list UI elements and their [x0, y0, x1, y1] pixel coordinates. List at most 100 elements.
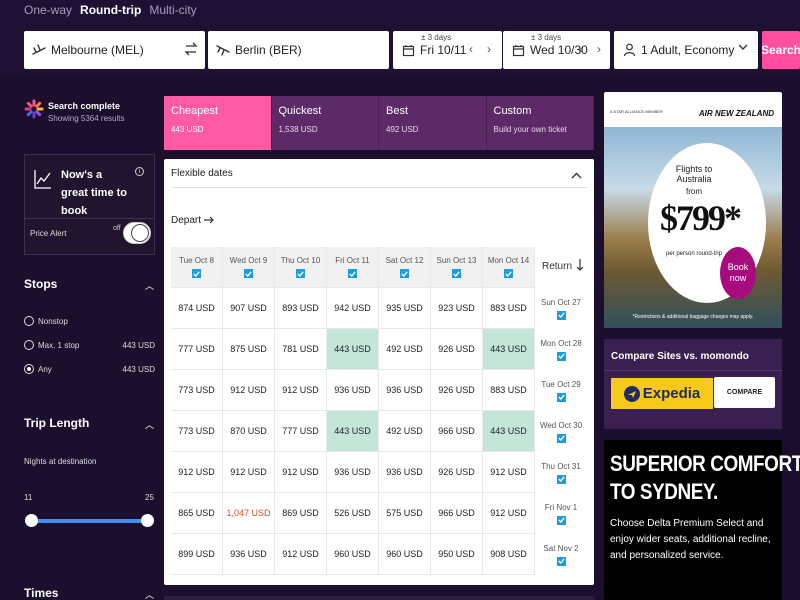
- checkbox[interactable]: [556, 474, 566, 484]
- tab-best[interactable]: Best 492 USD: [379, 96, 487, 150]
- trip-length-header[interactable]: Trip Length ︿: [24, 416, 155, 430]
- price-cell[interactable]: 773 USD: [171, 411, 223, 452]
- slider-handle-min[interactable]: [25, 514, 38, 527]
- times-header[interactable]: Times ︿: [24, 586, 155, 600]
- price-cell[interactable]: 912 USD: [483, 493, 535, 534]
- price-cell[interactable]: 923 USD: [431, 288, 483, 329]
- price-cell[interactable]: 960 USD: [327, 534, 379, 575]
- checkbox[interactable]: [296, 269, 305, 278]
- stop-option-any[interactable]: Any 443 USD: [24, 364, 155, 374]
- price-cell[interactable]: 966 USD: [431, 493, 483, 534]
- checkbox[interactable]: [556, 392, 566, 402]
- price-cell[interactable]: 950 USD: [431, 534, 483, 575]
- tab-custom[interactable]: Custom Build your own ticket: [486, 96, 594, 150]
- price-cell[interactable]: 912 USD: [275, 452, 327, 493]
- price-cell[interactable]: 907 USD: [223, 288, 275, 329]
- price-cell[interactable]: 443 USD: [483, 411, 535, 452]
- price-cell[interactable]: 926 USD: [431, 329, 483, 370]
- price-cell[interactable]: 936 USD: [327, 452, 379, 493]
- price-cell[interactable]: 966 USD: [431, 411, 483, 452]
- price-cell[interactable]: 865 USD: [171, 493, 223, 534]
- price-cell[interactable]: 781 USD: [275, 329, 327, 370]
- info-icon[interactable]: i: [135, 167, 144, 176]
- chevron-right-icon[interactable]: ›: [487, 42, 491, 56]
- price-cell[interactable]: 936 USD: [327, 370, 379, 411]
- price-cell[interactable]: 912 USD: [171, 452, 223, 493]
- checkbox[interactable]: [192, 269, 201, 278]
- price-cell[interactable]: 926 USD: [431, 452, 483, 493]
- book-now-button[interactable]: Book now: [720, 247, 756, 299]
- price-cell[interactable]: 936 USD: [223, 534, 275, 575]
- depart-date-field[interactable]: ± 3 days Fri 10/11 ‹ ›: [393, 31, 502, 69]
- price-cell[interactable]: 883 USD: [483, 370, 535, 411]
- nights-slider-track[interactable]: [28, 519, 148, 523]
- price-alert-toggle[interactable]: [123, 222, 151, 244]
- chevron-up-icon[interactable]: [571, 166, 582, 184]
- price-cell[interactable]: 443 USD: [483, 329, 535, 370]
- tab-quickest[interactable]: Quickest 1,538 USD: [271, 96, 379, 150]
- radio-button[interactable]: [24, 316, 34, 326]
- price-cell[interactable]: 960 USD: [379, 534, 431, 575]
- checkbox[interactable]: [556, 351, 566, 361]
- return-date-field[interactable]: ± 3 days Wed 10/30 ‹ ›: [503, 31, 610, 69]
- price-cell[interactable]: 870 USD: [223, 411, 275, 452]
- price-cell[interactable]: 935 USD: [379, 288, 431, 329]
- price-cell[interactable]: 942 USD: [327, 288, 379, 329]
- checkbox[interactable]: [504, 269, 513, 278]
- price-cell[interactable]: 926 USD: [431, 370, 483, 411]
- price-cell[interactable]: 936 USD: [379, 370, 431, 411]
- price-cell[interactable]: 912 USD: [483, 452, 535, 493]
- price-cell[interactable]: 893 USD: [275, 288, 327, 329]
- tab-cheapest[interactable]: Cheapest 443 USD: [164, 96, 272, 150]
- origin-field[interactable]: Melbourne (MEL): [24, 31, 205, 69]
- price-cell[interactable]: 875 USD: [223, 329, 275, 370]
- air-new-zealand-ad[interactable]: A STAR ALLIANCE MEMBER AIR NEW ZEALAND F…: [604, 92, 782, 328]
- checkbox[interactable]: [556, 556, 566, 566]
- expedia-logo[interactable]: Expedia: [611, 378, 713, 409]
- price-cell[interactable]: 899 USD: [171, 534, 223, 575]
- swap-icon[interactable]: [184, 42, 198, 56]
- compare-button[interactable]: COMPARE: [714, 377, 775, 408]
- checkbox[interactable]: [244, 269, 253, 278]
- price-cell[interactable]: 1,047 USD: [223, 493, 275, 534]
- tab-round-trip[interactable]: Round-trip: [80, 3, 141, 17]
- checkbox[interactable]: [348, 269, 357, 278]
- checkbox[interactable]: [400, 269, 409, 278]
- stops-header[interactable]: Stops ︿: [24, 277, 155, 291]
- price-cell[interactable]: 912 USD: [275, 370, 327, 411]
- price-cell[interactable]: 912 USD: [275, 534, 327, 575]
- price-cell[interactable]: 777 USD: [275, 411, 327, 452]
- checkbox[interactable]: [452, 269, 461, 278]
- price-cell[interactable]: 912 USD: [223, 370, 275, 411]
- checkbox[interactable]: [556, 433, 566, 443]
- checkbox[interactable]: [556, 515, 566, 525]
- price-cell[interactable]: 575 USD: [379, 493, 431, 534]
- tab-multi-city[interactable]: Multi-city: [149, 3, 196, 17]
- price-cell[interactable]: 773 USD: [171, 370, 223, 411]
- radio-button[interactable]: [24, 340, 34, 350]
- chevron-right-icon[interactable]: ›: [597, 42, 601, 56]
- price-cell[interactable]: 874 USD: [171, 288, 223, 329]
- tab-one-way[interactable]: One-way: [24, 3, 72, 17]
- price-cell[interactable]: 912 USD: [223, 452, 275, 493]
- search-button[interactable]: Search: [762, 31, 800, 69]
- price-cell[interactable]: 936 USD: [379, 452, 431, 493]
- price-cell[interactable]: 443 USD: [327, 329, 379, 370]
- price-cell[interactable]: 869 USD: [275, 493, 327, 534]
- price-cell[interactable]: 526 USD: [327, 493, 379, 534]
- slider-handle-max[interactable]: [141, 514, 154, 527]
- chevron-left-icon[interactable]: ‹: [579, 42, 583, 56]
- price-cell[interactable]: 443 USD: [327, 411, 379, 452]
- price-cell[interactable]: 492 USD: [379, 411, 431, 452]
- stop-option-nonstop[interactable]: Nonstop: [24, 316, 155, 326]
- price-cell[interactable]: 908 USD: [483, 534, 535, 575]
- destination-field[interactable]: Berlin (BER): [208, 31, 389, 69]
- checkbox[interactable]: [556, 310, 566, 320]
- price-cell[interactable]: 777 USD: [171, 329, 223, 370]
- stop-option-max-1[interactable]: Max. 1 stop 443 USD: [24, 340, 155, 350]
- chevron-left-icon[interactable]: ‹: [469, 42, 473, 56]
- delta-ad[interactable]: SUPERIOR COMFORT TO SYDNEY. Choose Delta…: [604, 440, 800, 600]
- radio-button[interactable]: [24, 364, 34, 374]
- travelers-field[interactable]: 1 Adult, Economy: [614, 31, 758, 69]
- price-cell[interactable]: 883 USD: [483, 288, 535, 329]
